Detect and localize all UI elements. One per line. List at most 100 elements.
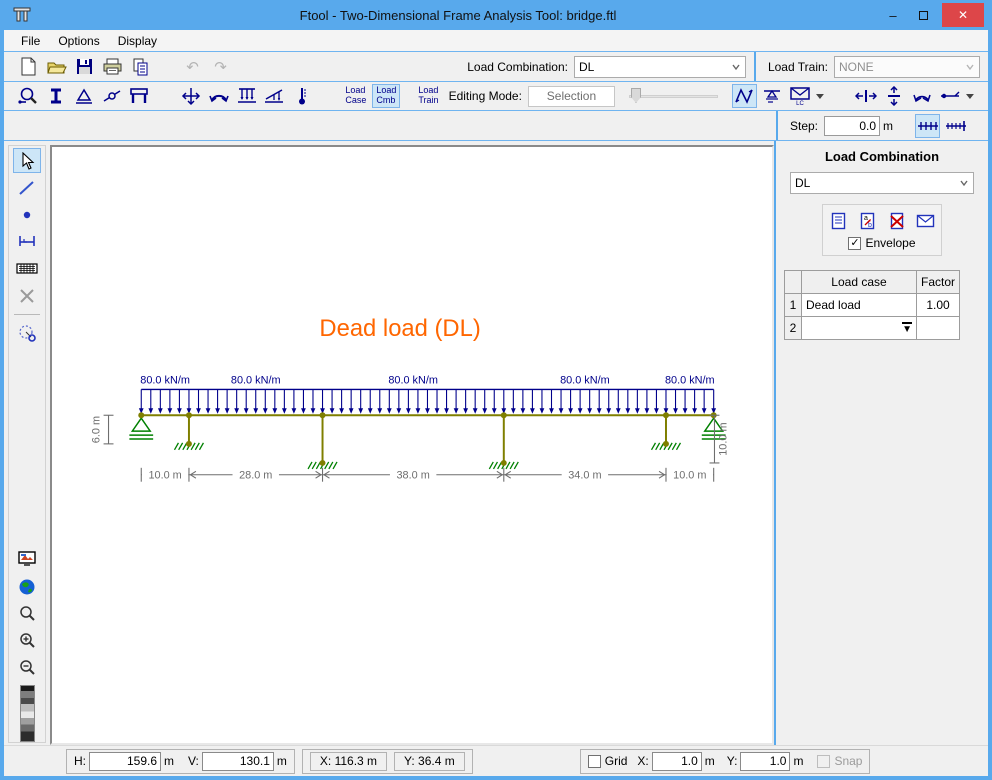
open-file-button[interactable] — [44, 55, 69, 79]
svg-text:LC: LC — [796, 101, 804, 106]
full-view-button[interactable] — [13, 574, 41, 599]
svg-text:80.0 kN/m: 80.0 kN/m — [140, 375, 190, 387]
redo-button[interactable]: ↷ — [208, 55, 233, 79]
file-toolbar: ↶ ↷ Load Combination: DL Load Train: NON… — [4, 52, 988, 82]
results-slider[interactable] — [629, 87, 718, 105]
load-train-mode-button[interactable]: Load Train — [414, 84, 442, 108]
rename-combination-button[interactable]: ab — [857, 211, 879, 231]
lc-envelope-button[interactable]: LC — [787, 84, 812, 108]
menu-item-options[interactable]: Options — [49, 32, 108, 50]
view-size-group: H: m V: m — [66, 749, 295, 774]
step-ticks-button[interactable] — [915, 114, 940, 138]
nodal-load-button[interactable] — [179, 84, 204, 108]
step-input[interactable] — [824, 116, 880, 136]
member-tool[interactable] — [13, 175, 41, 200]
step-label: Step: — [790, 119, 818, 133]
close-button[interactable]: ✕ — [942, 3, 984, 27]
grid-x-input[interactable] — [652, 752, 702, 771]
rotate-button[interactable] — [910, 84, 935, 108]
svg-text:28.0 m: 28.0 m — [239, 470, 272, 482]
menu-item-display[interactable]: Display — [109, 32, 166, 50]
column-header-factor: Factor — [917, 271, 960, 294]
undo-button[interactable]: ↶ — [180, 55, 205, 79]
copy-button[interactable] — [128, 55, 153, 79]
maximize-button[interactable] — [908, 4, 938, 26]
svg-text:Dead load (DL): Dead load (DL) — [319, 315, 480, 342]
diagram-display-button[interactable] — [732, 84, 757, 108]
grid-snap-group: Grid X: m Y: m Snap — [580, 749, 871, 774]
fit-view-button[interactable] — [13, 547, 41, 572]
grid-y-input[interactable] — [740, 752, 790, 771]
structure-canvas[interactable]: Dead load (DL)80.0 kN/m80.0 kN/m80.0 kN/… — [50, 145, 774, 745]
print-button[interactable] — [100, 55, 125, 79]
member-orientation-dropdown[interactable] — [966, 92, 974, 100]
row-number: 1 — [785, 294, 802, 317]
svg-text:38.0 m: 38.0 m — [397, 470, 430, 482]
load-combination-select[interactable]: DL — [574, 56, 746, 78]
dimension-tool[interactable] — [13, 229, 41, 254]
v-input[interactable] — [202, 752, 274, 771]
combination-select[interactable]: DL — [790, 172, 974, 194]
step-unit: m — [883, 119, 893, 133]
load-combination-mode-button[interactable]: Load Cmb — [372, 84, 400, 108]
minimize-button[interactable]: – — [878, 4, 908, 26]
envelope-options-button[interactable] — [915, 211, 937, 231]
row-number: 2 — [785, 317, 802, 340]
lc-envelope-dropdown[interactable] — [816, 92, 824, 100]
delete-combination-button[interactable] — [886, 211, 908, 231]
h-input[interactable] — [89, 752, 161, 771]
translate-horizontal-button[interactable] — [854, 84, 879, 108]
new-combination-button[interactable] — [828, 211, 850, 231]
window-title: Ftool - Two-Dimensional Frame Analysis T… — [38, 8, 878, 23]
delete-tool[interactable] — [13, 283, 41, 308]
factor-cell[interactable] — [917, 317, 960, 340]
linear-load-button[interactable] — [262, 84, 287, 108]
zoom-out-button[interactable] — [13, 655, 41, 680]
load-case-cell[interactable]: ▼ — [802, 317, 917, 340]
load-train-label: Load Train: — [768, 60, 828, 74]
load-case-button[interactable]: Load Case — [341, 84, 370, 108]
keyboard-input-tool[interactable] — [13, 256, 41, 281]
app-logo-icon — [12, 5, 32, 25]
node-tool[interactable] — [13, 202, 41, 227]
select-tool[interactable] — [13, 148, 41, 173]
cursor-position-group: X: 116.3 m Y: 36.4 m — [302, 749, 473, 774]
support-conditions-button[interactable] — [71, 84, 96, 108]
thermal-load-button[interactable] — [290, 84, 315, 108]
snap-checkbox[interactable] — [817, 755, 830, 768]
grid-checkbox[interactable] — [588, 755, 601, 768]
svg-text:80.0 kN/m: 80.0 kN/m — [560, 375, 610, 387]
factor-cell[interactable]: 1.00 — [917, 294, 960, 317]
selection-mode-button[interactable]: Selection — [528, 86, 615, 107]
grid-x-label: X: — [637, 754, 648, 768]
frame-template-button[interactable] — [127, 84, 152, 108]
grid-y-label: Y: — [727, 754, 738, 768]
transform-tool[interactable] — [13, 321, 41, 346]
envelope-checkbox[interactable]: ✓ — [848, 237, 861, 250]
color-scale[interactable] — [20, 685, 35, 742]
step-fine-ticks-button[interactable] — [943, 114, 968, 138]
hinge-button[interactable] — [99, 84, 124, 108]
table-header-row: Load case Factor — [785, 271, 960, 294]
translate-vertical-button[interactable] — [882, 84, 907, 108]
moment-load-button[interactable] — [206, 84, 231, 108]
zoom-window-button[interactable] — [13, 601, 41, 626]
slider-thumb[interactable] — [631, 88, 641, 103]
member-orientation-button[interactable] — [937, 84, 962, 108]
uniform-load-button[interactable] — [234, 84, 259, 108]
menu-item-file[interactable]: File — [12, 32, 49, 50]
support-display-button[interactable] — [760, 84, 785, 108]
section-properties-button[interactable] — [44, 84, 69, 108]
load-case-dropdown[interactable]: ▼ — [902, 322, 912, 335]
zoom-in-button[interactable] — [13, 628, 41, 653]
grid-y-unit: m — [793, 754, 803, 768]
svg-text:6.0 m: 6.0 m — [91, 416, 103, 443]
load-train-select[interactable]: NONE — [834, 56, 980, 78]
save-button[interactable] — [72, 55, 97, 79]
chevron-down-icon — [959, 178, 969, 188]
slider-track — [629, 95, 718, 98]
svg-text:a: a — [864, 215, 868, 222]
new-file-button[interactable] — [16, 55, 41, 79]
inspect-properties-button[interactable] — [16, 84, 41, 108]
load-case-cell[interactable]: Dead load — [802, 294, 917, 317]
